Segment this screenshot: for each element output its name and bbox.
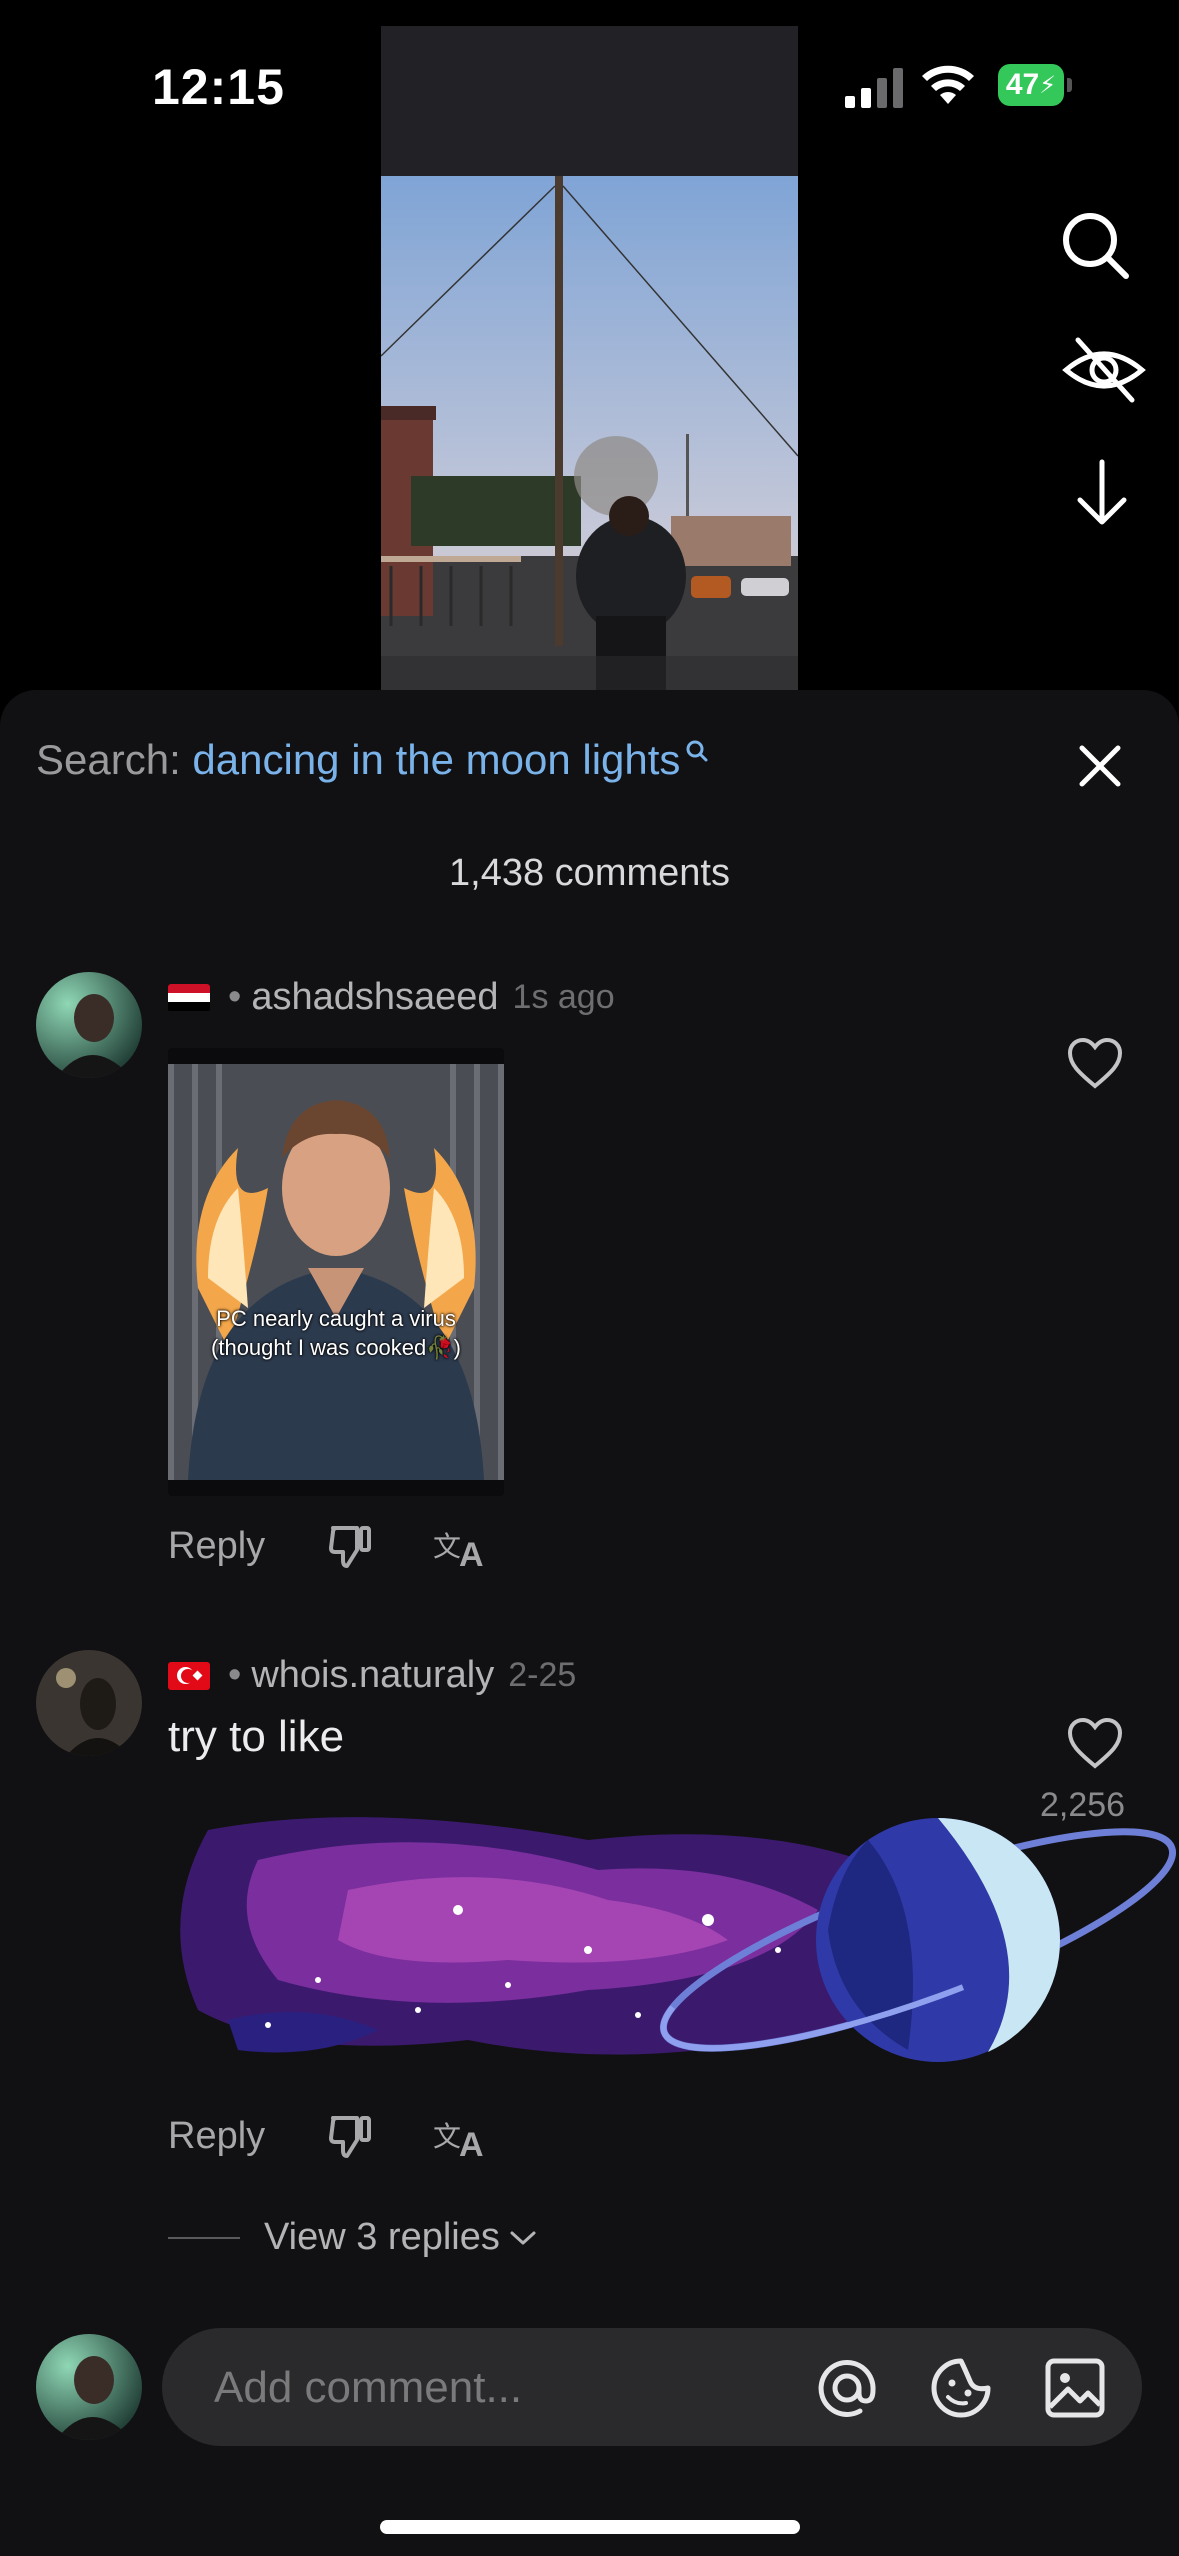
- comment-text: try to like: [168, 1712, 345, 1761]
- reply-button[interactable]: Reply: [168, 2115, 265, 2158]
- add-comment-input[interactable]: [212, 2328, 776, 2448]
- reply-button[interactable]: Reply: [168, 1525, 265, 1568]
- image-upload-icon[interactable]: [1044, 2357, 1106, 2419]
- svg-text:文: 文: [433, 2120, 461, 2153]
- gif-caption-line-1: PC nearly caught a virus: [216, 1306, 456, 1331]
- gif-caption: PC nearly caught a virus (thought I was …: [168, 1304, 504, 1362]
- hide-eye-icon[interactable]: [1062, 330, 1146, 410]
- svg-text:A: A: [459, 1536, 484, 1570]
- wifi-icon: [922, 65, 974, 104]
- comment-composer: [162, 2328, 1142, 2448]
- svg-text:A: A: [459, 2126, 484, 2160]
- current-user-avatar[interactable]: [36, 2334, 142, 2440]
- view-replies-label: View 3 replies: [264, 2216, 500, 2258]
- like-heart-icon[interactable]: [1066, 1036, 1124, 1090]
- comment-gif[interactable]: PC nearly caught a virus (thought I was …: [168, 1048, 504, 1496]
- comment-time: 1s ago: [512, 978, 615, 1016]
- download-arrow-icon[interactable]: [1062, 454, 1142, 534]
- search-mini-icon: [686, 740, 708, 762]
- comment-actions: Reply 文 A: [168, 1522, 547, 1571]
- comment-username[interactable]: ashadshsaeed: [251, 976, 498, 1019]
- comments-sheet: [0, 690, 1179, 2556]
- close-icon[interactable]: [1072, 738, 1128, 794]
- translate-icon[interactable]: 文 A: [433, 2112, 489, 2160]
- avatar[interactable]: [36, 1650, 142, 1756]
- svg-text:文: 文: [433, 1530, 461, 1563]
- sticker-icon[interactable]: [930, 2357, 992, 2419]
- video-letterbox: [381, 26, 798, 176]
- search-context[interactable]: Search: dancing in the moon lights: [36, 736, 710, 784]
- galaxy-planet-sticker: [180, 1817, 1177, 2062]
- like-heart-icon[interactable]: [1066, 1716, 1124, 1770]
- view-replies-button[interactable]: View 3 replies: [168, 2216, 538, 2259]
- status-time: 12:15: [152, 59, 285, 115]
- translate-icon[interactable]: 文 A: [433, 1522, 489, 1570]
- chevron-down-icon: [510, 2231, 536, 2244]
- charging-bolt-icon: ⚡: [1039, 71, 1057, 99]
- separator-dot: •: [228, 976, 242, 1018]
- dislike-icon[interactable]: [327, 1522, 375, 1570]
- battery-indicator: 47 ⚡: [998, 64, 1072, 106]
- cellular-signal-icon: [845, 68, 903, 108]
- avatar[interactable]: [36, 972, 142, 1078]
- gif-caption-line-2: (thought I was cooked🥀): [211, 1335, 461, 1360]
- home-indicator: [380, 2520, 800, 2534]
- gif-image: [168, 1064, 504, 1480]
- search-prefix: Search:: [36, 736, 181, 783]
- comment-header: • ashadshsaeed 1s ago: [168, 976, 615, 1019]
- turkey-flag-icon: [168, 1661, 210, 1690]
- comment-time: 2-25: [508, 1656, 577, 1694]
- comments-count: 1,438 comments: [449, 852, 730, 894]
- comment-sticker-image[interactable]: [168, 1780, 1179, 2090]
- iraq-flag-icon: [168, 983, 210, 1012]
- battery-level: 47: [1005, 68, 1040, 101]
- mention-icon[interactable]: [816, 2357, 878, 2419]
- search-icon[interactable]: [1056, 206, 1136, 286]
- comment-username[interactable]: whois.naturaly: [251, 1654, 494, 1697]
- comment-actions: Reply 文 A: [168, 2112, 547, 2161]
- search-query-link[interactable]: dancing in the moon lights: [192, 736, 680, 783]
- comment-header: • whois.naturaly 2-25: [168, 1654, 576, 1697]
- replies-divider: [168, 2236, 240, 2239]
- dislike-icon[interactable]: [327, 2112, 375, 2160]
- separator-dot: •: [228, 1654, 242, 1696]
